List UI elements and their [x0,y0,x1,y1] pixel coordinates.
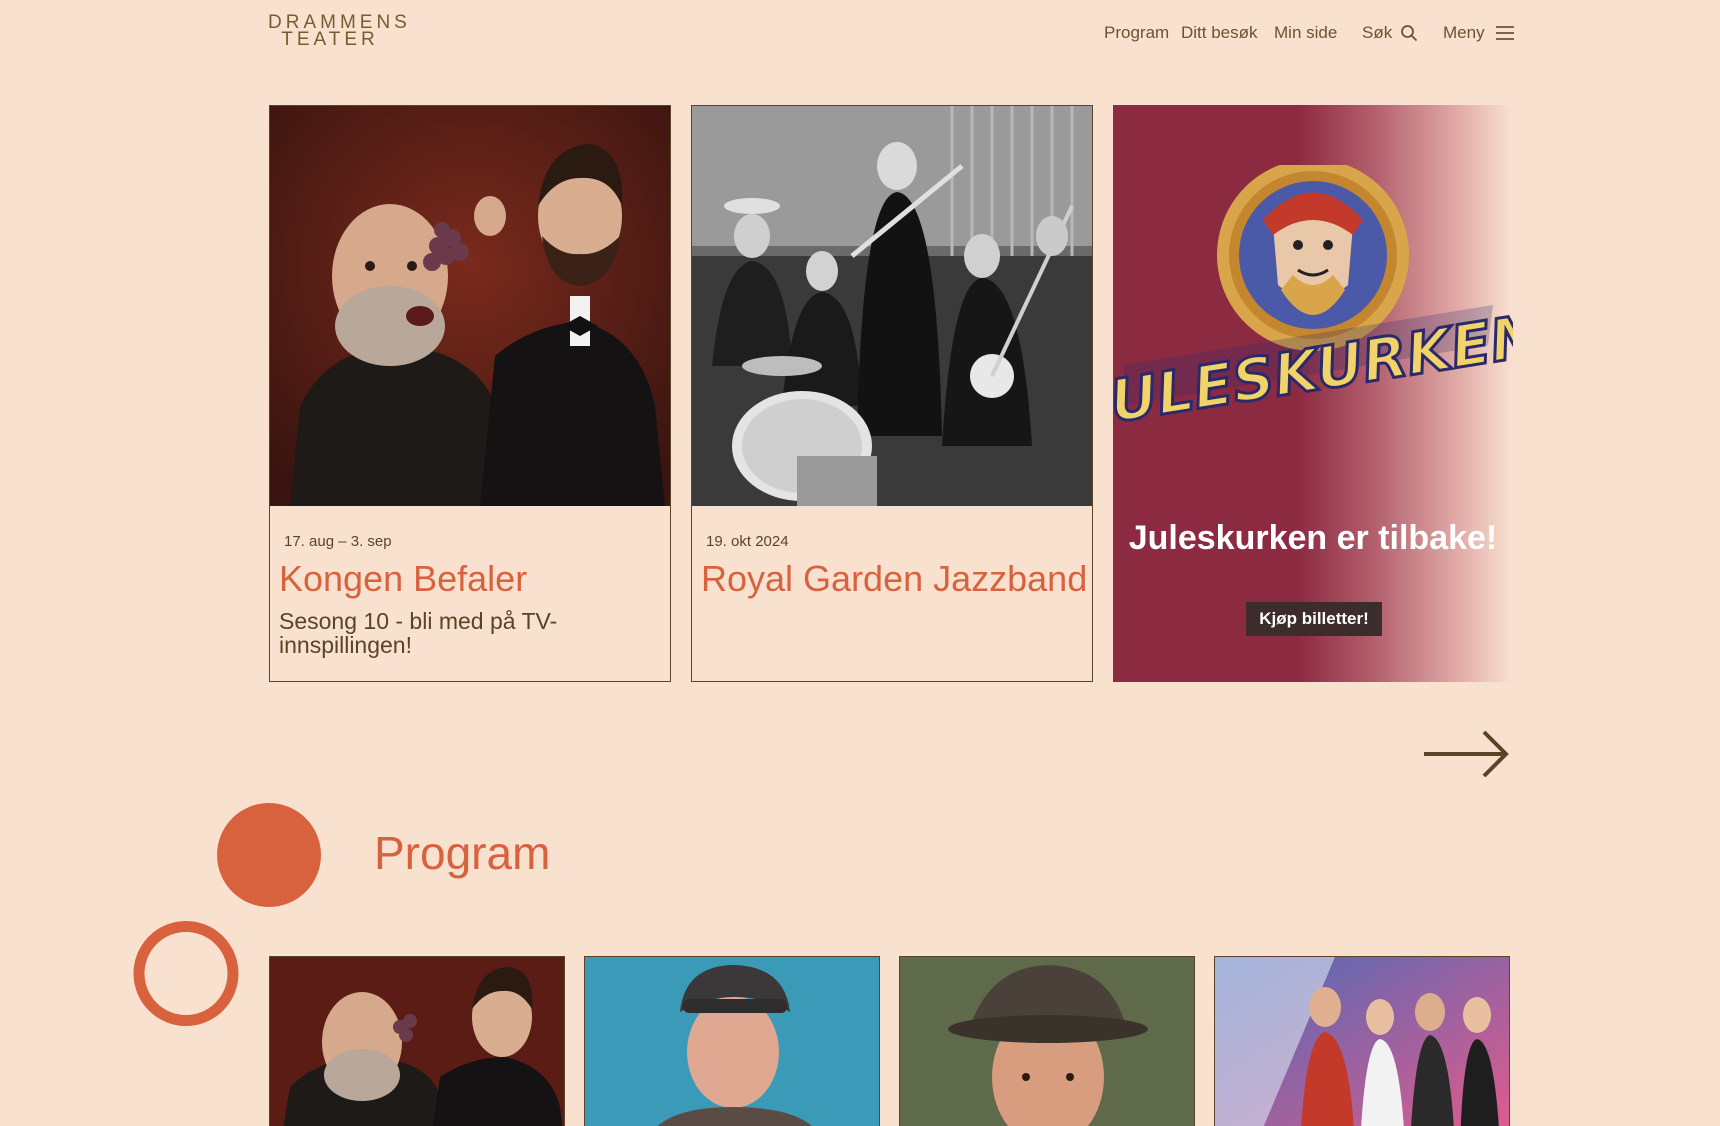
event-card-royal-garden-jazzband[interactable]: 19. okt 2024 Royal Garden Jazzband [691,105,1093,682]
event-date: 19. okt 2024 [706,533,789,550]
nav-ditt-besok[interactable]: Ditt besøk [1181,20,1258,46]
decorative-ring [133,921,239,1026]
event-card-kongen-befaler[interactable]: 17. aug – 3. sep Kongen Befaler Sesong 1… [269,105,671,682]
logo-line-2: TEATER [281,29,379,50]
event-image [270,106,670,506]
program-card[interactable] [899,956,1195,1126]
search-icon [1401,25,1418,42]
event-title[interactable]: Kongen Befaler [279,558,527,600]
event-date: 17. aug – 3. sep [284,533,392,550]
decorative-filled-circle [217,803,321,907]
search-button[interactable]: Søk [1362,20,1418,46]
menu-label: Meny [1443,23,1485,42]
promo-card-juleskurken[interactable]: JULESKURKEN Juleskurken er tilbake! Kjøp… [1113,105,1513,682]
arrow-right-icon[interactable] [1424,727,1510,777]
program-card[interactable] [584,956,880,1126]
buy-tickets-button[interactable]: Kjøp billetter! [1246,602,1382,636]
program-card[interactable] [1214,956,1510,1126]
nav-program[interactable]: Program [1104,20,1169,46]
promo-headline: Juleskurken er tilbake! [1128,519,1498,557]
event-image [692,106,1092,506]
juleskurken-logo: JULESKURKEN [1113,165,1513,425]
program-section-title: Program [374,827,551,879]
event-subtitle: Sesong 10 - bli med på TV-innspillingen! [279,608,558,658]
nav-min-side[interactable]: Min side [1274,20,1337,46]
program-card[interactable] [269,956,565,1126]
event-title[interactable]: Royal Garden Jazzband [701,558,1087,600]
menu-button[interactable]: Meny [1443,20,1515,46]
search-label: Søk [1362,23,1393,42]
logo[interactable]: DRAMMENS TEATER [268,13,407,50]
hamburger-icon [1495,26,1514,40]
